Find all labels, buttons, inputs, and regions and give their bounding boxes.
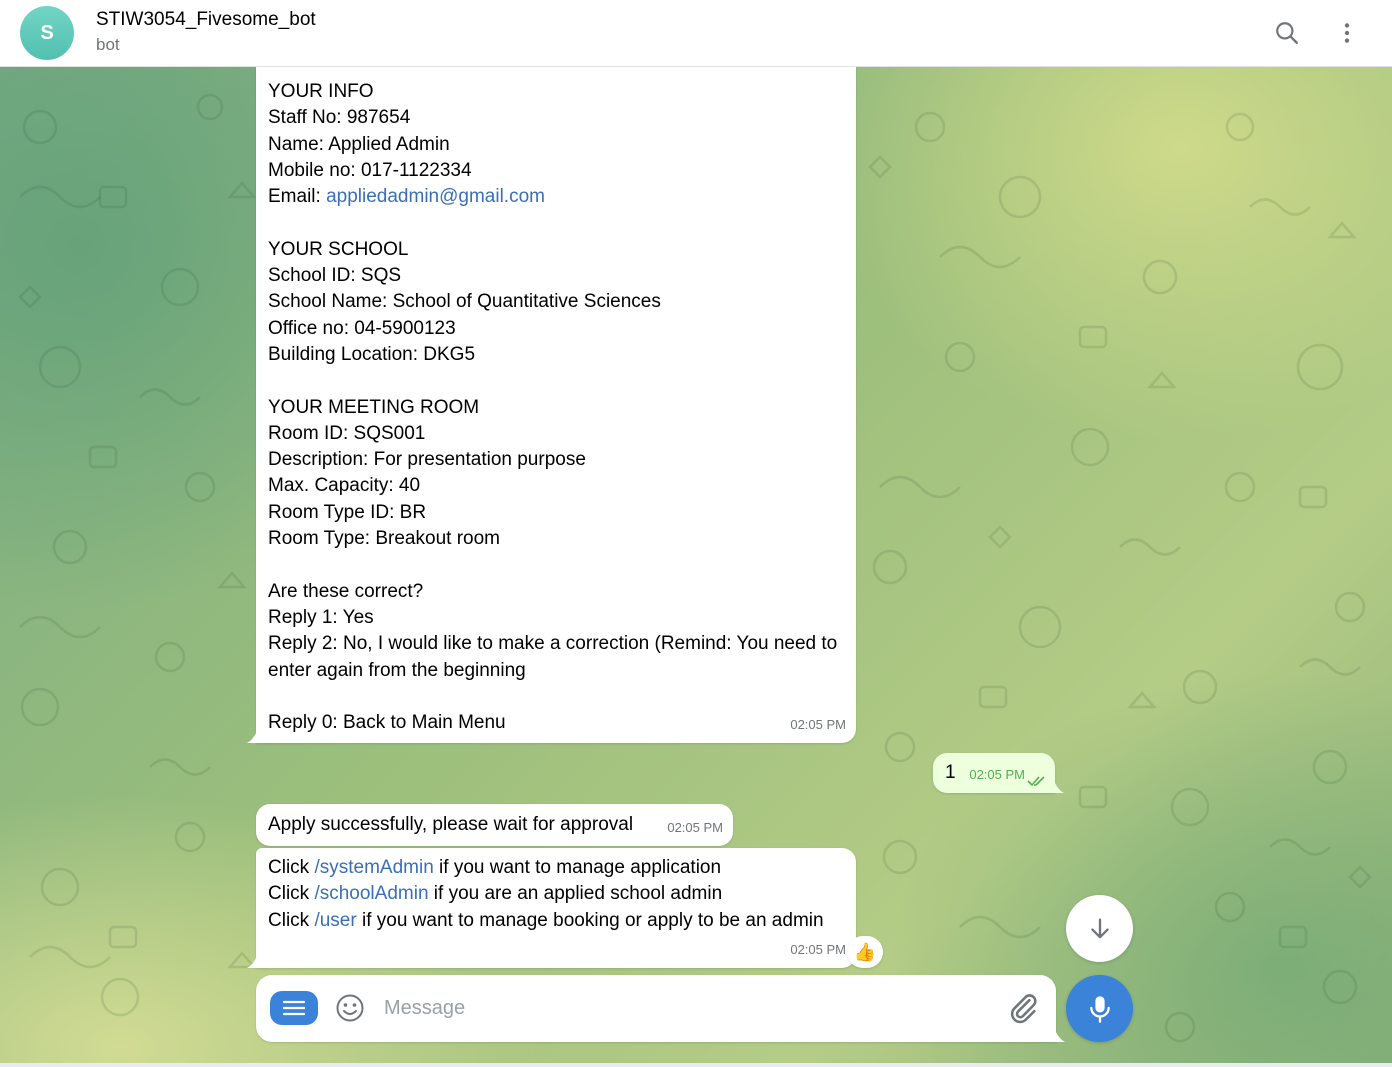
bot-message-confirmation: YOUR INFO Staff No: 987654 Name: Applied… — [247, 67, 856, 743]
avatar[interactable]: S — [20, 6, 74, 60]
message-line: Reply 2: No, I would like to make a corr… — [268, 633, 838, 681]
message-line: Mobile no: 017-1122334 — [268, 159, 472, 181]
message-line: Staff No: 987654 — [268, 107, 411, 129]
bot-message-apply-success: Apply successfully, please wait for appr… — [256, 804, 733, 846]
bot-menu-button[interactable] — [270, 991, 318, 1025]
message-line: Reply 1: Yes — [268, 606, 374, 628]
message-time: 02:05 PM — [790, 716, 846, 732]
microphone-icon — [1089, 995, 1110, 1023]
more-vertical-icon — [1344, 23, 1350, 43]
message-line: School ID: SQS — [268, 265, 402, 287]
message-line: Building Location: DKG5 — [268, 343, 476, 365]
command-suffix: if you want to manage booking or apply t… — [356, 909, 824, 931]
message-composer — [256, 975, 1065, 1042]
message-line: Room ID: SQS001 — [268, 422, 426, 444]
bubble-tail — [1052, 775, 1064, 793]
message-line: YOUR SCHOOL — [268, 238, 409, 260]
bot-message-commands: Click /systemAdmin if you want to manage… — [247, 848, 856, 968]
menu-icon — [283, 1000, 305, 1016]
message-line: Description: For presentation purpose — [268, 449, 586, 471]
message-time: 02:05 PM — [667, 819, 723, 835]
search-button[interactable] — [1266, 12, 1308, 54]
message-line: YOUR MEETING ROOM — [268, 396, 480, 418]
user-message: 1 02:05 PM — [933, 753, 1064, 793]
system-admin-command-link[interactable]: /systemAdmin — [314, 857, 433, 878]
chat-status: bot — [96, 35, 120, 54]
command-prefix: Click — [268, 857, 315, 878]
email-label: Email: — [268, 186, 327, 208]
message-line: Room Type ID: BR — [268, 501, 427, 523]
command-prefix: Click — [268, 909, 315, 931]
search-icon — [1276, 22, 1298, 44]
scroll-down-button[interactable] — [1066, 895, 1133, 962]
chat-header: S STIW3054_Fivesome_bot bot — [0, 0, 1392, 67]
chat-title[interactable]: STIW3054_Fivesome_bot — [96, 9, 316, 31]
double-check-icon — [1027, 776, 1045, 787]
command-line: Click /user if you want to manage bookin… — [268, 908, 828, 934]
message-line: School Name: School of Quantitative Scie… — [268, 291, 661, 313]
arrow-down-icon — [1090, 918, 1109, 938]
voice-record-button[interactable] — [1066, 975, 1133, 1042]
message-time: 02:05 PM — [969, 766, 1025, 782]
emoji-icon[interactable] — [334, 992, 366, 1024]
user-command-link[interactable]: /user — [314, 910, 356, 931]
more-button[interactable] — [1326, 12, 1368, 54]
chat-background: YOUR INFO Staff No: 987654 Name: Applied… — [0, 67, 1392, 1067]
message-input[interactable] — [384, 989, 984, 1027]
command-prefix: Click — [268, 883, 315, 905]
message-line: YOUR INFO — [268, 81, 374, 102]
message-line: Are these correct? — [268, 580, 424, 602]
bubble-tail — [247, 725, 259, 743]
message-line: Name: Applied Admin — [268, 133, 450, 155]
message-line: Office no: 04-5900123 — [268, 317, 456, 339]
thumbs-up-reaction[interactable]: 👍 — [847, 936, 883, 968]
message-line: Reply 0: Back to Main Menu — [268, 712, 506, 734]
command-line: Click /systemAdmin if you want to manage… — [268, 855, 844, 881]
command-suffix: if you are an applied school admin — [428, 883, 723, 905]
window-bottom-edge — [0, 1063, 1392, 1067]
command-line: Click /schoolAdmin if you are an applied… — [268, 881, 844, 907]
message-time: 02:05 PM — [790, 941, 846, 957]
composer-tail — [1053, 1024, 1065, 1042]
message-line: Room Type: Breakout room — [268, 528, 500, 550]
message-line: Max. Capacity: 40 — [268, 475, 421, 497]
attach-icon[interactable] — [1006, 991, 1040, 1025]
bubble-tail — [247, 950, 259, 968]
school-admin-command-link[interactable]: /schoolAdmin — [314, 883, 428, 904]
user-message-text: 1 — [945, 762, 956, 783]
message-text: Apply successfully, please wait for appr… — [268, 814, 634, 835]
email-line: Email: appliedadmin@gmail.com — [268, 184, 844, 210]
command-suffix: if you want to manage application — [433, 857, 722, 878]
email-link[interactable]: appliedadmin@gmail.com — [326, 186, 545, 207]
